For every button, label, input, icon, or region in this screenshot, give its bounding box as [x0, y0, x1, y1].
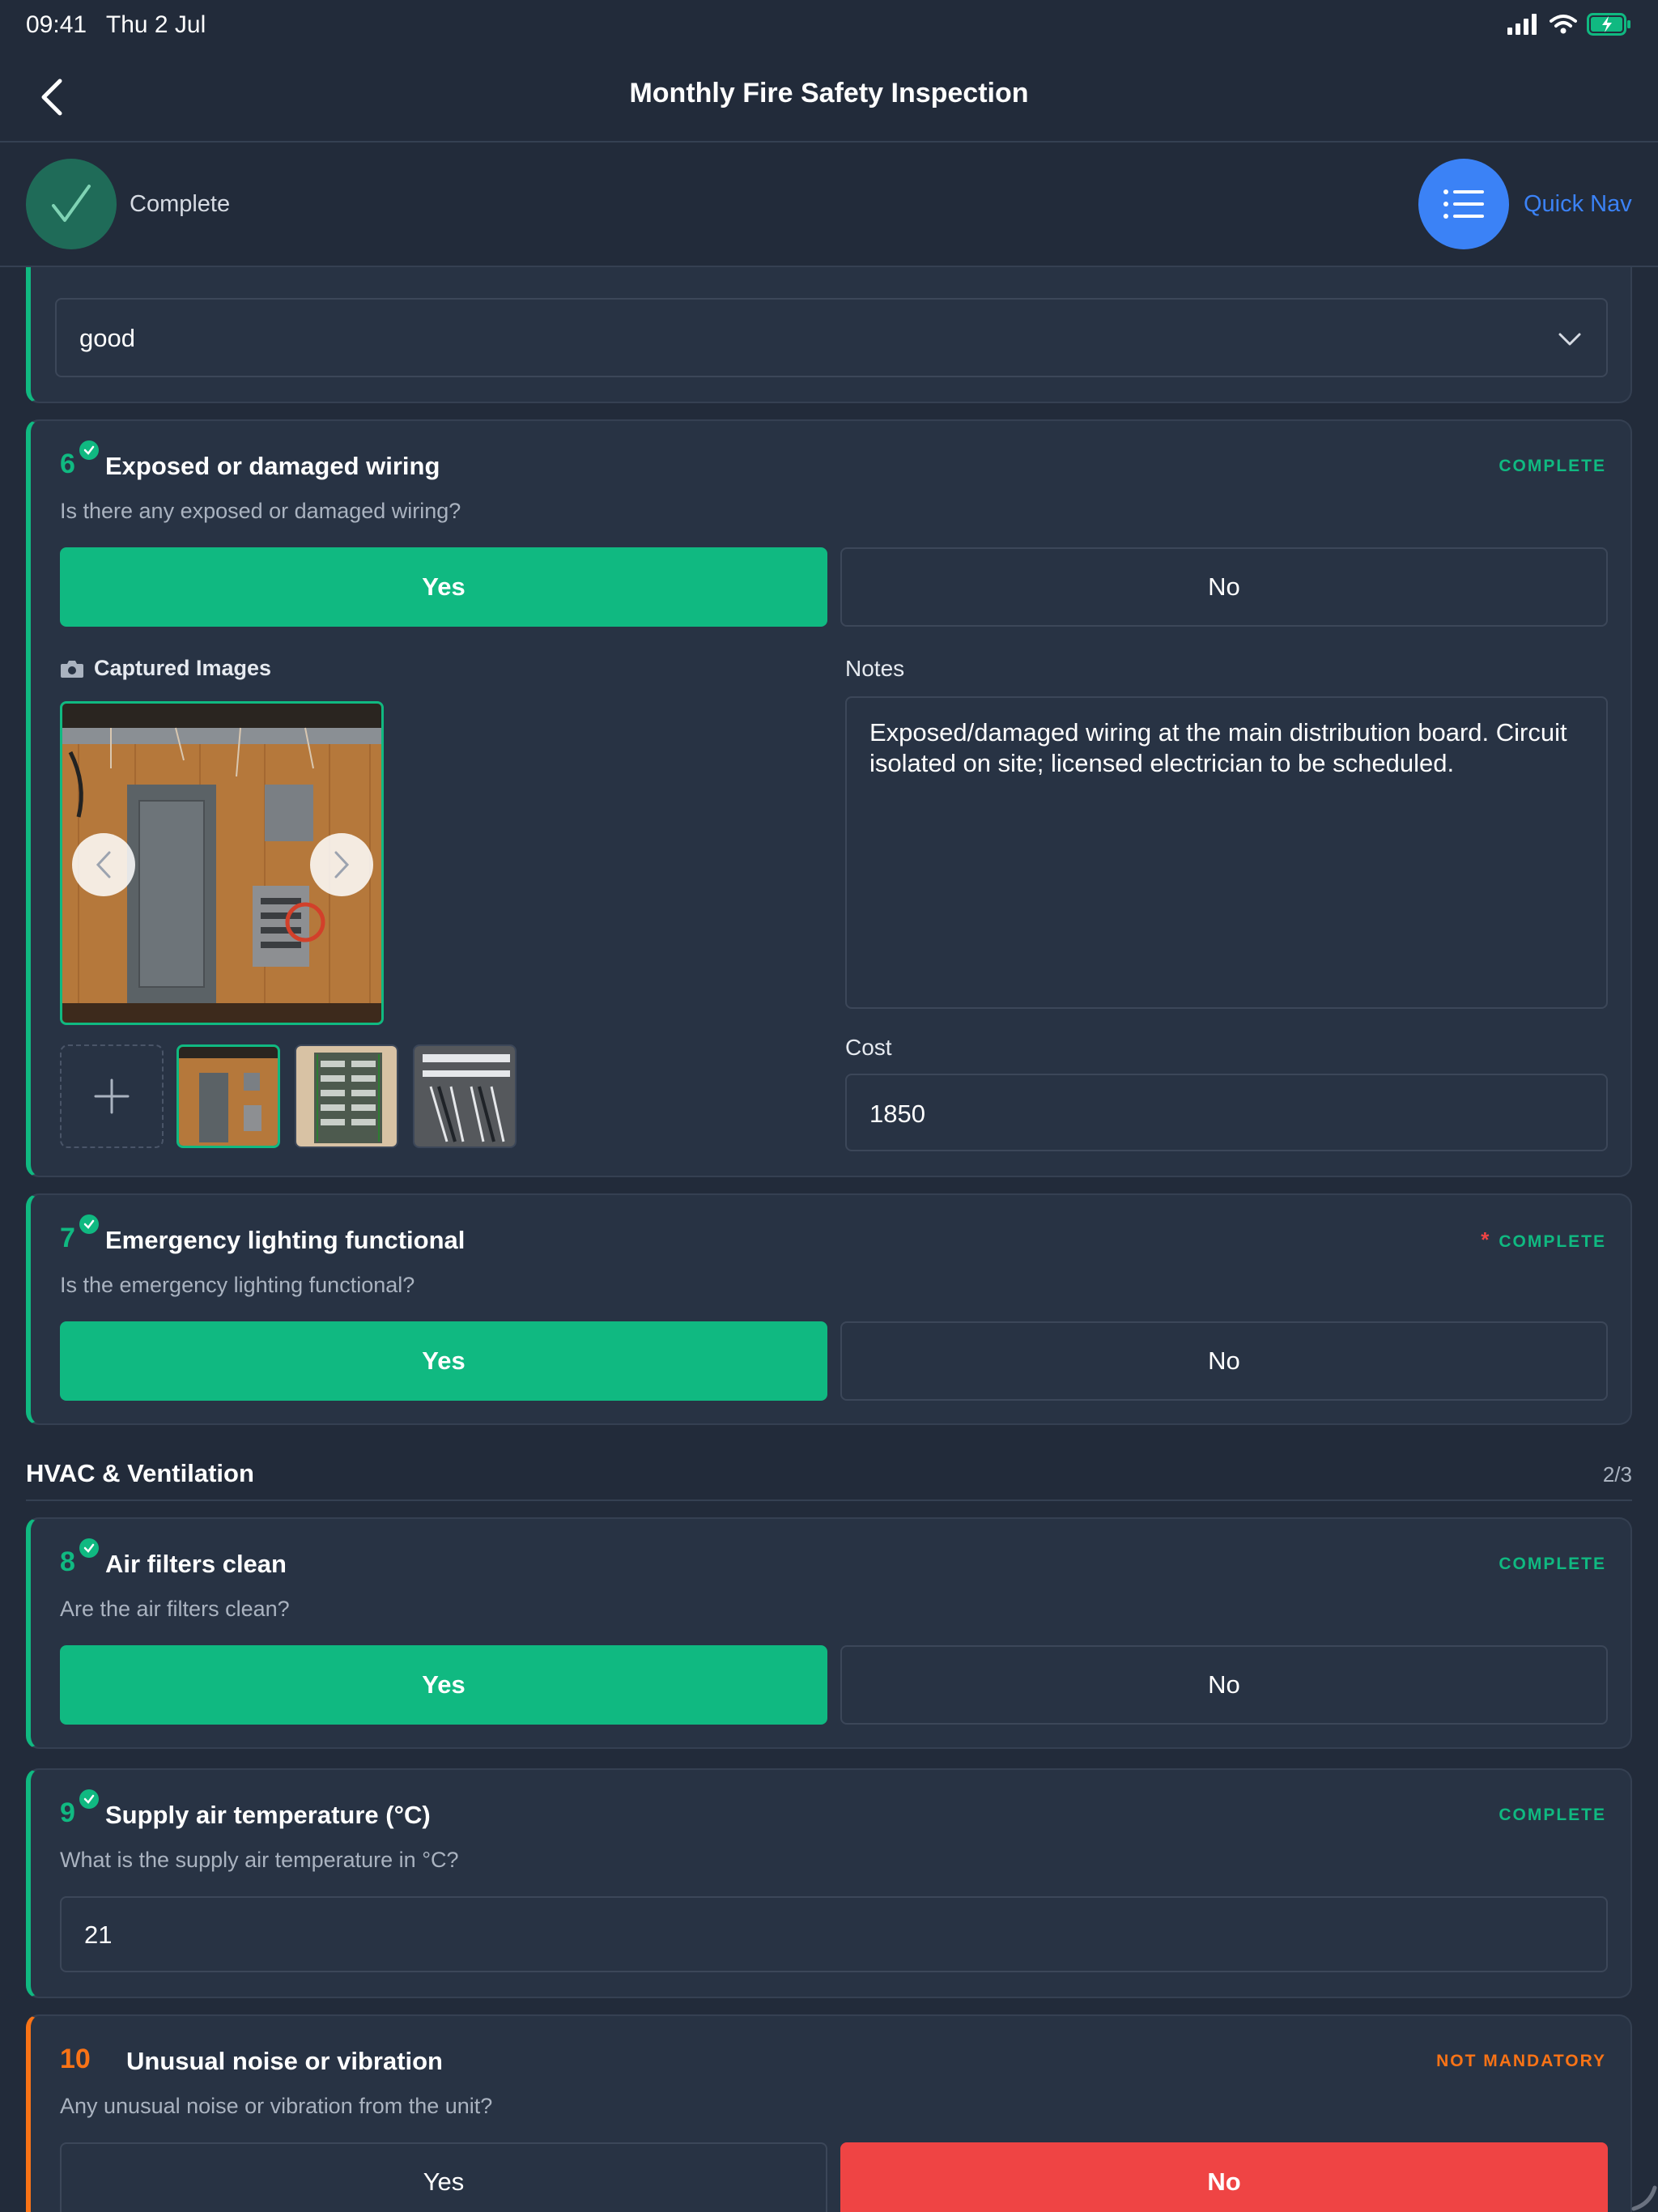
yes-button[interactable]: Yes	[60, 547, 827, 627]
checkmark-icon	[52, 185, 91, 222]
thumbnail-breaker-photo	[296, 1046, 397, 1146]
page-title: Monthly Fire Safety Inspection	[629, 78, 1029, 108]
image-thumbnail-3[interactable]	[413, 1044, 517, 1148]
notes-value: Exposed/damaged wiring at the main distr…	[869, 718, 1567, 777]
plus-icon	[94, 1078, 130, 1114]
captured-images-header: Captured Images	[60, 656, 271, 681]
cost-label: Cost	[845, 1035, 892, 1060]
question-card-9: 9 Supply air temperature (°C) COMPLETE W…	[26, 1768, 1632, 1998]
progress-complete-indicator	[26, 159, 117, 249]
signal-icon	[1507, 14, 1537, 35]
previous-image-button[interactable]	[72, 833, 135, 896]
chevron-right-icon	[334, 851, 350, 878]
question-status-badge: COMPLETE	[1499, 1232, 1606, 1251]
section-divider	[26, 1499, 1632, 1501]
notes-label: Notes	[845, 656, 905, 681]
check-icon	[83, 1794, 95, 1804]
question-title: Supply air temperature (°C)	[105, 1801, 431, 1829]
question-done-badge	[79, 440, 99, 460]
chevron-left-icon	[96, 851, 111, 878]
main-image-preview[interactable]	[60, 701, 384, 1025]
question-status-badge: COMPLETE	[1499, 1806, 1606, 1824]
no-button[interactable]: No	[840, 2142, 1608, 2212]
question-description: Is there any exposed or damaged wiring?	[60, 499, 461, 523]
question-done-badge	[79, 1214, 99, 1234]
question-number: 6	[60, 449, 75, 479]
battery-charging-icon	[1587, 13, 1630, 36]
quick-nav-button[interactable]	[1418, 159, 1509, 249]
question-card-6: 6 Exposed or damaged wiring COMPLETE Is …	[26, 419, 1632, 1177]
question-description: Is the emergency lighting functional?	[60, 1273, 415, 1297]
image-thumbnail-1[interactable]	[176, 1044, 280, 1148]
question-number: 9	[60, 1797, 75, 1828]
question-title: Unusual noise or vibration	[126, 2047, 443, 2075]
question-done-badge	[79, 1789, 99, 1809]
thumbnail-wiring-photo	[414, 1046, 515, 1146]
required-marker: *	[1481, 1227, 1491, 1252]
chevron-down-icon	[1558, 333, 1581, 346]
question-description: Any unusual noise or vibration from the …	[60, 2094, 493, 2118]
question-number: 7	[60, 1223, 75, 1253]
quick-nav-label[interactable]: Quick Nav	[1524, 191, 1632, 218]
no-button[interactable]: No	[840, 1645, 1608, 1725]
section-progress-count: 2/3	[1602, 1462, 1632, 1487]
thumbnail-panel-photo	[179, 1047, 278, 1146]
captured-images-label: Captured Images	[94, 656, 272, 680]
question-number: 10	[60, 2044, 91, 2074]
question-description: Are the air filters clean?	[60, 1597, 290, 1621]
notes-textarea[interactable]: Exposed/damaged wiring at the main distr…	[845, 696, 1608, 1009]
camera-icon	[61, 660, 83, 678]
no-button[interactable]: No	[840, 547, 1608, 627]
question-title: Emergency lighting functional	[105, 1226, 466, 1254]
question-status-badge: NOT MANDATORY	[1436, 2052, 1606, 2070]
question-card-10: 10 Unusual noise or vibration NOT MANDAT…	[26, 2014, 1632, 2212]
question-title: Air filters clean	[105, 1550, 287, 1578]
status-bar: 09:41 Thu 2 Jul	[0, 0, 1658, 52]
cost-value: 1850	[869, 1100, 925, 1128]
list-icon	[1443, 189, 1484, 219]
question-card-8: 8 Air filters clean COMPLETE Are the air…	[26, 1517, 1632, 1749]
question-description: What is the supply air temperature in °C…	[60, 1848, 459, 1872]
top-bar: Monthly Fire Safety Inspection	[0, 52, 1658, 143]
condition-select[interactable]: good	[55, 298, 1608, 377]
resize-handle-icon[interactable]	[1626, 2180, 1658, 2212]
question-title: Exposed or damaged wiring	[105, 452, 440, 480]
progress-bar-row: Complete Quick Nav	[0, 144, 1658, 267]
condition-select-value: good	[79, 324, 135, 352]
add-image-button[interactable]	[60, 1044, 164, 1148]
status-date: Thu 2 Jul	[105, 11, 206, 38]
yes-button[interactable]: Yes	[60, 1321, 827, 1401]
next-image-button[interactable]	[310, 833, 373, 896]
question-card-previous: good	[26, 267, 1632, 403]
question-done-badge	[79, 1538, 99, 1558]
image-thumbnail-2[interactable]	[295, 1044, 398, 1148]
yes-button[interactable]: Yes	[60, 1645, 827, 1725]
check-icon	[83, 1219, 95, 1229]
status-time: 09:41	[26, 11, 87, 38]
section-title-hvac: HVAC & Ventilation	[26, 1459, 254, 1487]
question-number: 8	[60, 1546, 75, 1577]
check-icon	[83, 445, 95, 455]
wifi-icon	[1550, 15, 1577, 34]
question-status-group: * COMPLETE	[1481, 1227, 1606, 1253]
temperature-input[interactable]: 21	[60, 1896, 1608, 1972]
yes-button[interactable]: Yes	[60, 2142, 827, 2212]
cost-input[interactable]: 1850	[845, 1074, 1608, 1151]
status-clock: 09:41 Thu 2 Jul	[26, 11, 219, 39]
check-icon	[83, 1543, 95, 1553]
question-status-badge: COMPLETE	[1499, 457, 1606, 475]
no-button[interactable]: No	[840, 1321, 1608, 1401]
progress-label: Complete	[130, 191, 231, 217]
question-status-badge: COMPLETE	[1499, 1555, 1606, 1573]
status-icons	[1507, 13, 1632, 36]
temperature-value: 21	[84, 1921, 113, 1949]
question-card-7: 7 Emergency lighting functional * COMPLET…	[26, 1193, 1632, 1425]
